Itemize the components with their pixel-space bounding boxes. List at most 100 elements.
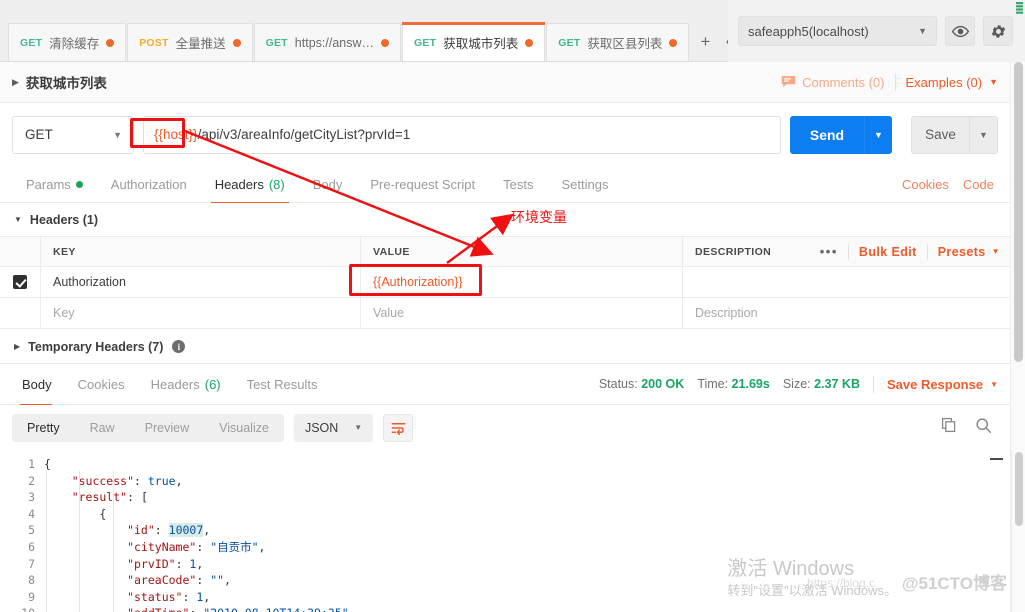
table-row: Key Value Description bbox=[0, 298, 1010, 329]
temporary-headers-section[interactable]: ▶ Temporary Headers (7) i bbox=[0, 330, 1010, 364]
save-options-caret-icon[interactable]: ▼ bbox=[969, 115, 998, 154]
presets-button[interactable]: Presets ▼ bbox=[938, 245, 1000, 259]
view-mode-pretty[interactable]: Pretty bbox=[12, 414, 75, 442]
collapse-all-icon[interactable] bbox=[990, 458, 1003, 460]
response-tab-body[interactable]: Body bbox=[12, 364, 65, 406]
save-response-button[interactable]: Save Response ▼ bbox=[887, 377, 998, 392]
new-header-description-input[interactable]: Description bbox=[683, 298, 1010, 328]
request-tab[interactable]: GET 获取区县列表 bbox=[546, 23, 690, 61]
header-key-cell[interactable]: Authorization bbox=[41, 267, 361, 297]
divider bbox=[894, 73, 896, 91]
search-icon[interactable] bbox=[975, 417, 992, 439]
headers-section-header[interactable]: ▼ Headers (1) bbox=[0, 203, 1010, 236]
new-header-key-input[interactable]: Key bbox=[41, 298, 361, 328]
time-value: 21.69s bbox=[731, 377, 770, 391]
format-selector[interactable]: JSON ▼ bbox=[293, 413, 374, 442]
new-header-value-input[interactable]: Value bbox=[361, 298, 683, 328]
divider bbox=[926, 243, 928, 260]
method-selector[interactable]: GET ▼ bbox=[12, 115, 134, 154]
tab-headers[interactable]: Headers (8) bbox=[201, 166, 299, 204]
line-number: 9 bbox=[28, 589, 35, 604]
chevron-down-icon: ▼ bbox=[991, 247, 1000, 256]
bulk-edit-button[interactable]: Bulk Edit bbox=[859, 245, 917, 259]
scrollbar-thumb[interactable] bbox=[1014, 62, 1023, 362]
environment-selector[interactable]: safeapph5(localhost) ▼ bbox=[738, 16, 937, 46]
send-options-caret-icon[interactable]: ▼ bbox=[864, 115, 892, 154]
collapse-caret-icon[interactable]: ▶ bbox=[12, 77, 19, 88]
code-token: { bbox=[44, 506, 107, 521]
code-token: "status" bbox=[44, 589, 183, 604]
tab-settings[interactable]: Settings bbox=[547, 166, 622, 203]
code-line: { bbox=[44, 456, 1010, 473]
info-icon[interactable]: i bbox=[172, 340, 186, 353]
more-options-icon[interactable]: ••• bbox=[820, 244, 838, 259]
request-tabs-links: Cookies Code bbox=[902, 177, 998, 192]
chevron-down-icon: ▼ bbox=[918, 26, 927, 36]
code-token: : bbox=[154, 523, 169, 538]
unsaved-indicator-icon bbox=[106, 38, 115, 47]
code-token: : bbox=[189, 606, 203, 612]
comments-button[interactable]: Comments (0) bbox=[781, 75, 885, 90]
header-description-cell[interactable] bbox=[683, 267, 1010, 297]
code-token: "" bbox=[210, 573, 225, 588]
request-tab[interactable]: POST 全量推送 bbox=[127, 23, 253, 61]
new-tab-icon[interactable]: + bbox=[690, 23, 720, 61]
line-number: 3 bbox=[28, 490, 35, 505]
watermark-line-2: 转到"设置"以激活 Windows。 bbox=[727, 583, 897, 598]
code-token: "result" bbox=[44, 490, 128, 505]
chevron-down-icon: ▼ bbox=[989, 77, 998, 87]
tab-params[interactable]: Params bbox=[12, 166, 97, 203]
response-tab-test-results[interactable]: Test Results bbox=[234, 364, 331, 405]
table-header-row: KEY VALUE DESCRIPTION ••• Bulk Edit Pres… bbox=[0, 236, 1010, 267]
request-tab[interactable]: GET https://answ… bbox=[253, 23, 401, 61]
response-tab-label: Test Results bbox=[246, 376, 318, 392]
request-tab-active[interactable]: GET 获取城市列表 bbox=[402, 22, 546, 61]
comment-icon bbox=[781, 76, 796, 88]
time-metric: Time: 21.69s bbox=[697, 377, 770, 391]
save-button[interactable]: Save bbox=[911, 115, 969, 154]
tab-method-label: POST bbox=[139, 36, 169, 49]
row-checkbox-cell[interactable] bbox=[0, 267, 41, 297]
top-bar: GET 清除缓存 POST 全量推送 GET https://answ… GET 获取城市列表… bbox=[0, 0, 1025, 62]
eye-icon[interactable] bbox=[945, 16, 975, 46]
url-input[interactable]: {{host}}/api/v3/areaInfo/getCityList?prv… bbox=[143, 115, 781, 154]
request-section-tabs: Params Authorization Headers (8) Body Pre-req… bbox=[0, 166, 1010, 204]
response-tab-cookies[interactable]: Cookies bbox=[65, 364, 138, 405]
response-tab-headers[interactable]: Headers (6) bbox=[138, 364, 234, 405]
chevron-right-icon: ▶ bbox=[14, 342, 21, 351]
line-number-gutter: 12345678910 bbox=[0, 450, 44, 612]
view-mode-visualize[interactable]: Visualize bbox=[204, 414, 284, 442]
copy-icon[interactable] bbox=[941, 417, 957, 438]
tab-body[interactable]: Body bbox=[299, 166, 357, 203]
row-checkbox-cell[interactable] bbox=[0, 298, 41, 328]
scrollbar-thumb[interactable] bbox=[1015, 452, 1023, 526]
tab-title: 获取区县列表 bbox=[587, 37, 663, 51]
code-token: , bbox=[224, 573, 231, 588]
site-watermark: @51CTO博客 bbox=[901, 574, 1007, 593]
examples-button[interactable]: Examples (0) ▼ bbox=[906, 75, 999, 90]
tab-tests[interactable]: Tests bbox=[489, 166, 547, 203]
tab-pre-request-script[interactable]: Pre-request Script bbox=[356, 166, 489, 203]
word-wrap-icon[interactable] bbox=[383, 413, 414, 442]
tab-authorization[interactable]: Authorization bbox=[97, 166, 201, 203]
cookies-link[interactable]: Cookies bbox=[902, 177, 949, 192]
code-line: "result": [ bbox=[44, 489, 1010, 506]
page-title: 获取城市列表 bbox=[25, 76, 107, 91]
header-enabled-checkbox[interactable] bbox=[13, 275, 27, 289]
chevron-down-icon: ▼ bbox=[354, 423, 363, 432]
view-mode-raw[interactable]: Raw bbox=[75, 414, 130, 442]
send-button[interactable]: Send bbox=[790, 115, 864, 154]
line-number: 2 bbox=[28, 473, 35, 488]
authorization-variable-highlight bbox=[349, 264, 482, 296]
host-variable-highlight bbox=[130, 118, 185, 148]
tab-title: 全量推送 bbox=[175, 37, 226, 51]
view-mode-preview[interactable]: Preview bbox=[130, 414, 204, 442]
request-tab[interactable]: GET 清除缓存 bbox=[8, 23, 127, 61]
response-view-actions bbox=[941, 417, 998, 439]
gear-icon[interactable] bbox=[983, 16, 1013, 46]
table-row: Authorization {{Authorization}} bbox=[0, 267, 1010, 298]
code-token: { bbox=[44, 457, 51, 471]
tab-label: Authorization bbox=[110, 176, 187, 192]
code-link[interactable]: Code bbox=[963, 177, 994, 192]
response-scrollbar[interactable] bbox=[1011, 450, 1025, 612]
